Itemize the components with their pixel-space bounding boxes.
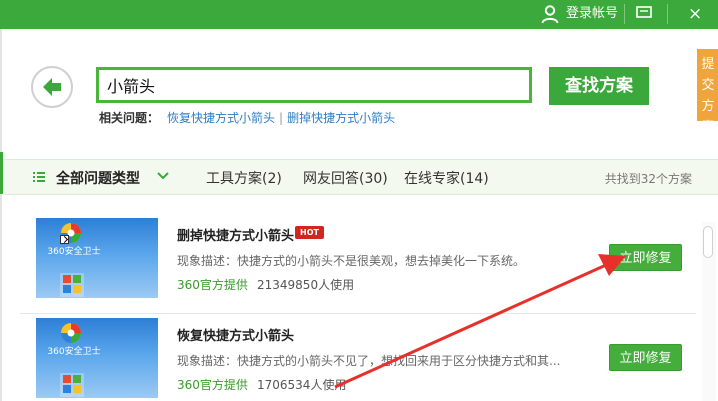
related-questions: 相关问题： 恢复快捷方式小箭头 | 删掉快捷方式小箭头 xyxy=(99,110,395,127)
filter-bar: 全部问题类型 工具方案(2) 网友回答(30) 在线专家(14) 共找到32个方… xyxy=(3,159,718,195)
scrollbar-thumb[interactable] xyxy=(703,226,713,258)
tab-user-answers[interactable]: 网友回答(30) xyxy=(303,168,388,188)
result-count: 共找到32个方案 xyxy=(604,172,692,186)
thumbnail-caption: 360安全卫士 xyxy=(47,247,101,257)
related-separator: | xyxy=(279,111,284,125)
close-icon[interactable]: × xyxy=(688,4,702,24)
chevron-down-icon[interactable] xyxy=(157,171,169,181)
result-title[interactable]: 删掉快捷方式小箭头 xyxy=(177,225,294,244)
tab-tool-solutions[interactable]: 工具方案(2) xyxy=(206,168,282,188)
result-source: 360官方提供 xyxy=(177,278,248,292)
fix-now-button[interactable]: 立即修复 xyxy=(609,344,682,371)
search-input[interactable] xyxy=(96,67,532,103)
submit-solution-tab[interactable]: 提交方案 xyxy=(697,49,718,135)
back-arrow-icon xyxy=(43,78,61,96)
hot-badge: HOT xyxy=(295,226,324,239)
related-link-restore-arrow[interactable]: 恢复快捷方式小箭头 xyxy=(167,111,275,125)
result-description: 现象描述：快捷方式的小箭头不见了，想找回来用于区分快捷方式和其... xyxy=(177,354,561,368)
result-users: 1706534人使用 xyxy=(257,378,347,392)
search-button[interactable]: 查找方案 xyxy=(549,67,649,105)
result-thumbnail: 360安全卫士 xyxy=(36,318,158,398)
submit-solution-label: 提交方案 xyxy=(701,57,715,135)
related-link-remove-arrow[interactable]: 删掉快捷方式小箭头 xyxy=(287,111,395,125)
left-border xyxy=(0,29,2,401)
fix-now-button[interactable]: 立即修复 xyxy=(609,244,682,271)
login-link[interactable]: 登录帐号 xyxy=(566,5,618,23)
result-title[interactable]: 恢复快捷方式小箭头 xyxy=(177,325,294,344)
feedback-icon[interactable] xyxy=(636,6,652,20)
all-types-dropdown[interactable]: 全部问题类型 xyxy=(56,168,140,188)
divider xyxy=(667,4,668,24)
windows-icon xyxy=(63,275,81,293)
list-icon xyxy=(33,172,45,182)
divider xyxy=(624,4,625,24)
360-logo-icon xyxy=(61,323,81,343)
result-thumbnail: 360安全卫士 xyxy=(36,218,158,298)
back-button[interactable] xyxy=(31,66,73,108)
result-users: 21349850人使用 xyxy=(257,278,355,292)
tab-online-experts[interactable]: 在线专家(14) xyxy=(404,168,489,188)
result-description: 现象描述：快捷方式的小箭头不是很美观，想去掉美化一下系统。 xyxy=(177,254,526,268)
result-item: 360安全卫士 恢复快捷方式小箭头 现象描述：快捷方式的小箭头不见了，想找回来用… xyxy=(3,312,700,401)
title-bar: 登录帐号 × xyxy=(0,0,718,29)
result-item: 360安全卫士 删掉快捷方式小箭头 HOT 现象描述：快捷方式的小箭头不是很美观… xyxy=(3,212,700,312)
result-source: 360官方提供 xyxy=(177,378,248,392)
shortcut-arrow-icon xyxy=(60,235,69,244)
thumbnail-caption: 360安全卫士 xyxy=(47,347,101,357)
related-label: 相关问题： xyxy=(99,111,160,125)
user-icon[interactable] xyxy=(540,4,560,24)
windows-icon xyxy=(63,375,81,393)
